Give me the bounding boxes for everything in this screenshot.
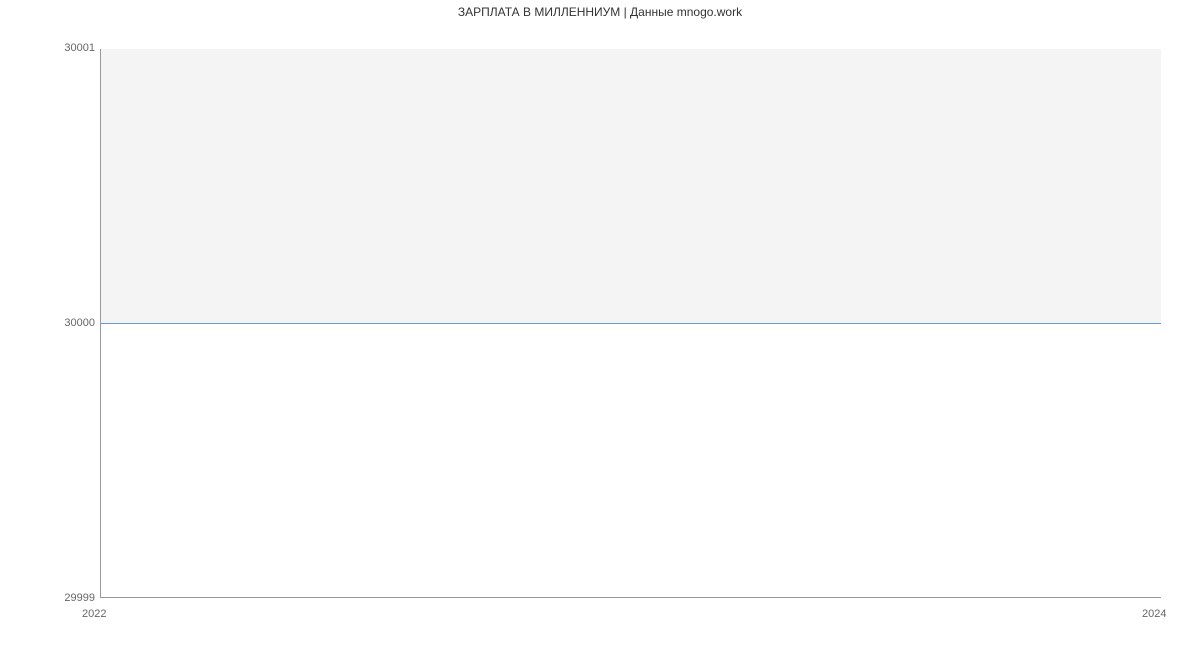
data-line (101, 323, 1161, 324)
y-tick-label: 29999 (64, 592, 95, 604)
y-tick-label: 30001 (64, 42, 95, 54)
chart-container: ЗАРПЛАТА В МИЛЛЕННИУМ | Данные mnogo.wor… (0, 0, 1200, 650)
x-tick-label: 2024 (1142, 608, 1166, 620)
plot-area (100, 49, 1161, 598)
plot-background-lower (101, 323, 1161, 597)
chart-title: ЗАРПЛАТА В МИЛЛЕННИУМ | Данные mnogo.wor… (0, 5, 1200, 19)
y-tick-label: 30000 (64, 317, 95, 329)
x-tick-label: 2022 (82, 608, 106, 620)
